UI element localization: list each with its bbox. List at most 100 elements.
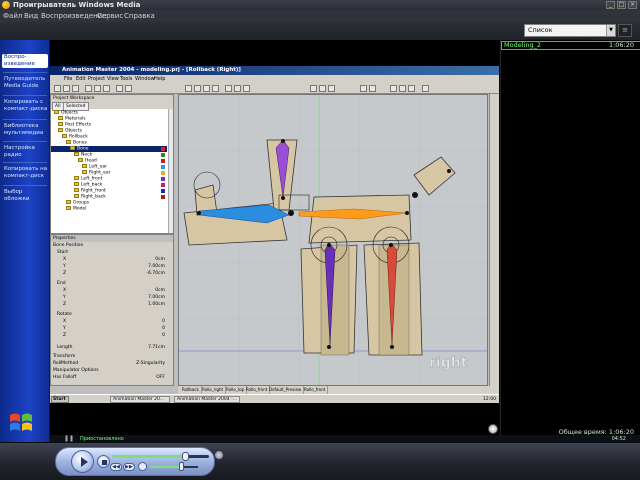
task-radio-tuner[interactable]: Настройка радио — [2, 145, 48, 159]
status-bar: ❚❚ Приостановлено 04:52 — [50, 435, 640, 443]
open-icon — [63, 85, 70, 92]
folder-icon — [58, 122, 63, 126]
divider — [3, 119, 47, 120]
playlist-menu-button[interactable]: ≡ — [618, 24, 632, 37]
seek-thumb[interactable] — [182, 452, 189, 461]
prop-row: Bone Position — [53, 243, 84, 248]
volume-thumb[interactable] — [179, 462, 185, 471]
folder-icon — [58, 116, 63, 120]
media-player-icon — [2, 1, 10, 9]
zoom-icon — [310, 85, 317, 92]
prop-row: Z0 — [63, 333, 165, 338]
modeling-viewport: right — [178, 94, 488, 386]
workspace-scrollbar — [168, 109, 173, 233]
playlist-item[interactable]: Modeling_2 1:06:20 — [501, 41, 640, 50]
prop-row: X 0cm — [63, 288, 165, 293]
bone-icon — [74, 188, 79, 192]
new-icon — [54, 85, 61, 92]
color-swatch — [161, 195, 165, 199]
playlist-dropdown[interactable]: Список воспроизведения1 ▼ — [524, 24, 616, 45]
taskbar-task: Animation Master 2004 -... — [174, 396, 240, 403]
color-swatch — [161, 147, 165, 151]
save-icon — [72, 85, 79, 92]
prop-row: Length 7.71cm — [57, 345, 165, 350]
color-swatch — [161, 171, 165, 175]
task-copy-from-cd[interactable]: Копировать с компакт-диска — [2, 99, 48, 113]
am-menu-window: Window — [135, 76, 155, 82]
prop-row: Y 7.00cm — [63, 264, 165, 269]
am-menu-edit: Edit — [76, 76, 86, 82]
project-workspace: Project Workspace All Selected Objects M… — [50, 94, 174, 234]
window-title: Проигрыватель Windows Media — [13, 1, 141, 9]
task-skin-chooser[interactable]: Выбор обложки — [2, 189, 48, 203]
prop-row: Z -6.70cm — [63, 271, 165, 276]
previous-button[interactable]: ◀◀ — [110, 463, 122, 471]
task-copy-to-cd[interactable]: Копировать на компакт-диск — [2, 166, 48, 180]
skeletal-mode-icon — [243, 85, 250, 92]
task-media-library[interactable]: Библиотека мультимедиа — [2, 123, 48, 137]
text-icon — [422, 85, 429, 92]
scale-icon — [212, 85, 219, 92]
windows-logo-icon — [10, 413, 32, 431]
prop-row: Y0 — [63, 326, 165, 331]
menu-tools[interactable]: Сервис — [97, 10, 123, 22]
am-menu-project: Project — [88, 76, 106, 82]
bone-mode-icon — [225, 85, 232, 92]
prop-row: Manipulator Options — [53, 368, 99, 373]
full-mode-toggle[interactable] — [488, 424, 498, 434]
bone-icon — [74, 194, 79, 198]
bone-icon — [74, 152, 79, 156]
redo-icon — [125, 85, 132, 92]
prop-row: Y 7.00cm — [63, 295, 165, 300]
task-media-guide[interactable]: Путеводитель Media Guide — [2, 76, 48, 90]
mini-player-button[interactable] — [214, 450, 224, 460]
properties-panel: Properties Bone Position Start X 0cm Y 7.0… — [50, 234, 174, 386]
am-menu-file: File — [64, 76, 73, 82]
close-button[interactable]: × — [628, 1, 637, 9]
embedded-taskbar: Start Animation Master 20... Animation M… — [50, 394, 499, 403]
title-bar: Проигрыватель Windows Media _ □ × — [0, 0, 640, 10]
maximize-button[interactable]: □ — [617, 1, 626, 9]
color-swatch — [161, 177, 165, 181]
menu-file[interactable]: Файл — [3, 10, 22, 22]
taskbar-clock: 12:00 — [483, 397, 496, 402]
taskbar-task: Animation Master 20... — [110, 396, 170, 403]
undo-icon — [116, 85, 123, 92]
camera-icon — [399, 85, 406, 92]
am-menu-view: View — [107, 76, 119, 82]
am-menu-tools: Tools — [120, 76, 133, 82]
mute-button[interactable] — [138, 462, 147, 471]
elapsed-time: 04:52 — [611, 436, 626, 442]
bone-icon — [74, 176, 79, 180]
playlist-pane: Modeling_2 1:06:20 Общее время: 1:06:20 — [500, 40, 640, 436]
menu-help[interactable]: Справка — [124, 10, 155, 22]
folder-icon — [66, 140, 71, 144]
pause-status-icon: ❚❚ — [64, 435, 75, 442]
menu-view[interactable]: Вид — [24, 10, 38, 22]
viewport-tabs: Rollback Rollo_right Rollo_top Rollo_fro… — [178, 386, 499, 394]
task-now-playing[interactable]: Воспро-изведение — [2, 54, 48, 68]
muscle-mode-icon — [234, 85, 241, 92]
play-button[interactable] — [71, 450, 94, 473]
prop-row: End — [57, 281, 66, 286]
color-swatch — [161, 183, 165, 187]
next-button[interactable]: ▶▶ — [123, 463, 135, 471]
menu-bar: Файл Вид Воспроизведение Сервис Справка — [0, 10, 640, 22]
paste-icon — [103, 85, 110, 92]
select-icon — [185, 85, 192, 92]
color-swatch — [161, 189, 165, 193]
folder-icon — [66, 206, 71, 210]
divider — [3, 162, 47, 163]
pan-icon — [319, 85, 326, 92]
prop-row: X0 — [63, 319, 165, 324]
project-workspace-header: Project Workspace — [51, 95, 173, 102]
vp-tab: Rollback — [180, 386, 202, 394]
prop-row: RollMethod Z-Singularity — [53, 361, 165, 366]
bone-icon — [74, 182, 79, 186]
prop-row: Start — [57, 250, 68, 255]
divider — [3, 72, 47, 73]
prop-row: Rotate — [57, 312, 72, 317]
minimize-button[interactable]: _ — [606, 1, 615, 9]
stop-button[interactable] — [97, 455, 110, 468]
rig-drawing: right — [179, 95, 487, 385]
